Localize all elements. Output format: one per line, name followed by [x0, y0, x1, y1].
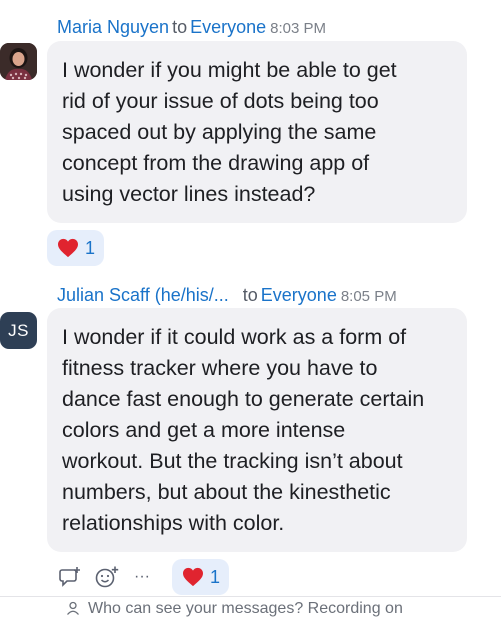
to-label: to: [242, 285, 258, 305]
message-line: concept from the drawing app of: [62, 151, 370, 175]
to-label: to: [172, 17, 188, 37]
privacy-notice[interactable]: Who can see your messages? Recording on: [67, 600, 403, 618]
recipient-name[interactable]: Everyone: [261, 285, 337, 305]
message-line: numbers, but about the kinesthetic: [62, 480, 391, 504]
reply-button[interactable]: [58, 565, 82, 589]
message-bubble[interactable]: I wonder if you might be able to get rid…: [47, 41, 467, 223]
message-line: fitness tracker where you have to: [62, 356, 378, 380]
message-line: I wonder if you might be able to get: [62, 58, 397, 82]
avatar-initials: JS: [8, 320, 29, 340]
add-reaction-icon: [95, 566, 119, 588]
message-bubble[interactable]: I wonder if it could work as a form of f…: [47, 308, 467, 552]
more-button[interactable]: ···: [130, 566, 154, 588]
privacy-notice-text: Who can see your messages? Recording on: [88, 600, 403, 617]
message-line: I wonder if it could work as a form of: [62, 325, 407, 349]
heart-reaction[interactable]: 1: [47, 230, 104, 266]
reaction-count: 1: [210, 566, 221, 587]
heart-icon: [58, 238, 78, 258]
divider: [0, 596, 501, 597]
reply-icon: [59, 567, 80, 587]
message-header: Maria Nguyen to Everyone 8:03 PM: [57, 17, 326, 38]
timestamp: 8:03 PM: [270, 20, 326, 37]
heart-icon: [183, 567, 203, 587]
sender-name[interactable]: Maria Nguyen: [57, 17, 169, 37]
message-line: rid of your issue of dots being too: [62, 89, 379, 113]
message-line: dance fast enough to generate certain: [62, 387, 425, 411]
add-reaction-button[interactable]: [94, 565, 120, 589]
reaction-count: 1: [85, 237, 96, 258]
message-line: relationships with color.: [62, 511, 285, 535]
heart-reaction[interactable]: 1: [172, 559, 229, 595]
avatar-photo-icon: [0, 43, 37, 80]
message-line: using vector lines instead?: [62, 182, 316, 206]
sender-name[interactable]: Julian Scaff (he/his/...: [57, 285, 229, 305]
message-header: Julian Scaff (he/his/... to Everyone 8:05 P…: [57, 285, 397, 306]
avatar[interactable]: JS: [0, 312, 37, 349]
more-icon: ···: [134, 568, 150, 585]
avatar[interactable]: [0, 43, 37, 80]
timestamp: 8:05 PM: [340, 288, 397, 305]
message-line: spaced out by applying the same: [62, 120, 377, 144]
message-line: workout. But the tracking isn’t about: [62, 449, 403, 473]
message-line: colors and get a more intense: [62, 418, 346, 442]
recipient-name[interactable]: Everyone: [190, 17, 266, 37]
